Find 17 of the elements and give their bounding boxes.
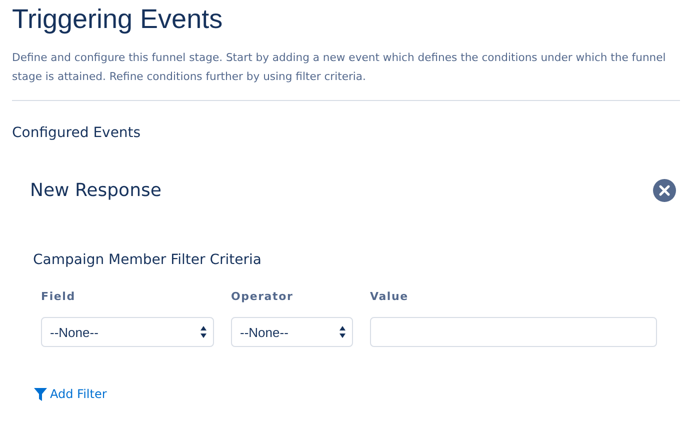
- value-field[interactable]: [370, 317, 657, 347]
- select-field[interactable]: --None--: [231, 317, 353, 347]
- column-label: Value: [370, 290, 410, 303]
- close-icon: [659, 185, 670, 196]
- column-label: Operator: [231, 290, 294, 303]
- column-label: Field: [41, 290, 76, 303]
- close-button[interactable]: [653, 179, 676, 202]
- sort-arrows-icon: [339, 325, 346, 339]
- event-title: New Response: [30, 180, 162, 201]
- page-description: Define and configure this funnel stage. Start by adding a new event which defines the conditions under which the funnel stage is attained. Refine conditions further by using filter criteria.: [12, 50, 667, 85]
- select-field[interactable]: --None--: [41, 317, 214, 347]
- section-heading: Configured Events: [12, 125, 142, 141]
- filter-heading: Campaign Member Filter Criteria: [33, 252, 262, 268]
- add-filter-link[interactable]: Add Filter: [34, 387, 107, 401]
- filter-icon: [34, 388, 47, 400]
- page-title: Triggering Events: [12, 4, 224, 36]
- sort-arrows-icon: [200, 325, 207, 339]
